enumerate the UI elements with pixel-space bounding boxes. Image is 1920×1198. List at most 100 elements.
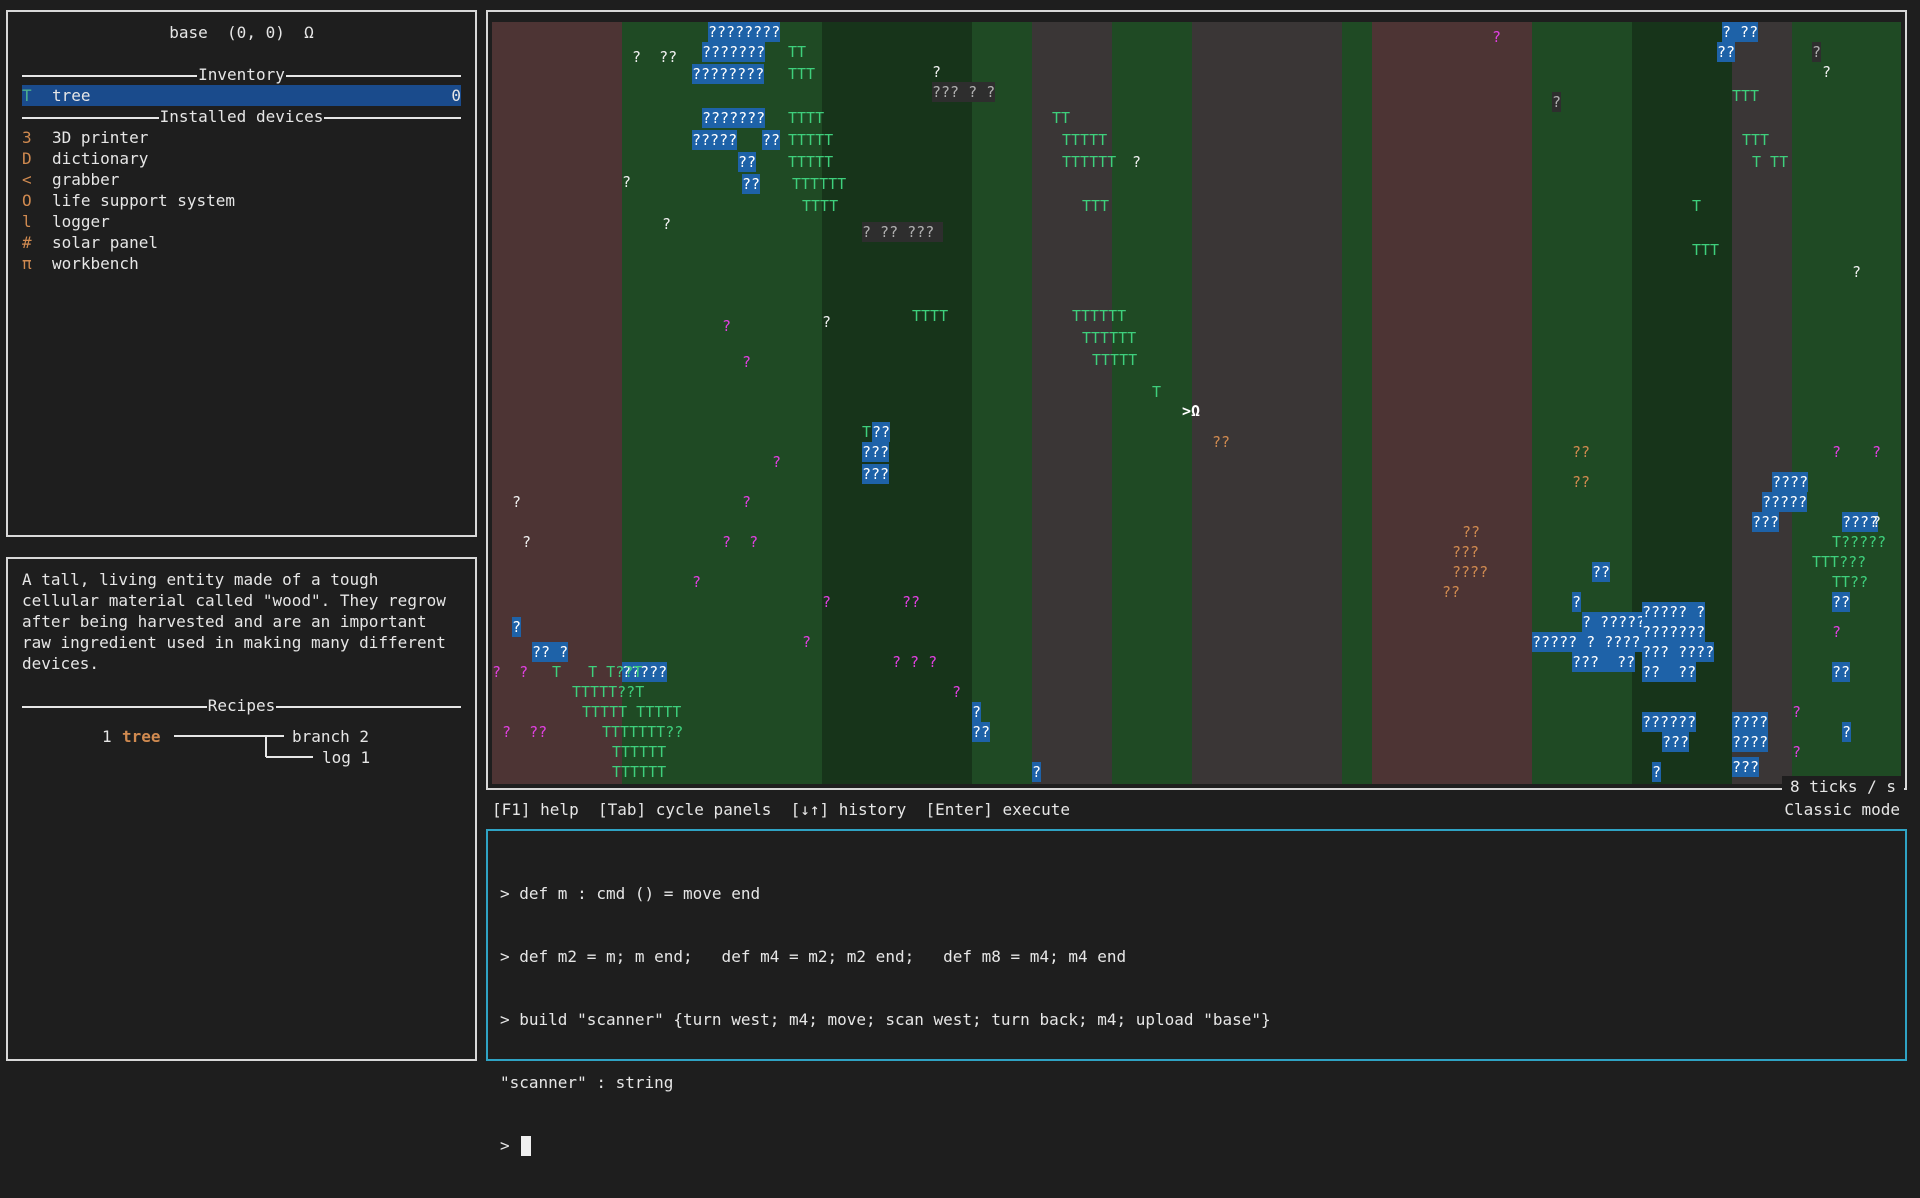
device-workbench[interactable]: π workbench [22,253,461,274]
tree-entity-icon: TT [788,43,807,61]
device-logger[interactable]: l logger [22,211,461,232]
base-robot-marker[interactable]: >Ω [1182,401,1200,421]
unknown-entity-icon: ? [772,453,782,471]
unknown-entity-icon: ?? [972,722,991,742]
recipe-output-log: log 1 [322,748,371,767]
unknown-entity-icon: ???????? [692,64,765,84]
device-dictionary[interactable]: Ddictionary [22,148,461,169]
unknown-entity-icon: ? [822,313,832,331]
unknown-entity-icon: ? [1792,743,1802,761]
unknown-entity-icon: ???????? [708,22,781,42]
unknown-entity-icon: ?? [1442,583,1461,601]
tree-entity-icon: TTTTTT [612,763,667,781]
text-cursor [521,1135,532,1156]
unknown-entity-icon: ??????? [1642,622,1706,642]
unknown-entity-icon: ??? ? ? [932,82,996,102]
unknown-entity-icon: ??? ?? [1572,652,1636,672]
unknown-entity-icon: ? [1842,722,1852,742]
tree-entity-icon: TTTTT TTTTT [582,703,682,721]
repl-line: > build "scanner" {turn west; m4; move; … [500,1010,1271,1029]
unknown-entity-icon: ? [662,215,672,233]
unknown-entity-icon: ????? ? ????? [1532,632,1650,652]
unknown-entity-icon: ? [1852,263,1862,281]
unknown-entity-icon: ??? ???? [1642,642,1715,662]
unknown-entity-icon: ? [692,573,702,591]
world-view-panel[interactable]: ?????????? ????????? TT?????????? TTT TTT??… [486,10,1907,790]
unknown-entity-icon: ? ? ? [892,653,938,671]
tree-entity-icon: TTTTT [1092,351,1138,369]
tree-entity-icon: TT?? [1832,573,1869,591]
terrain-band [1192,22,1342,784]
unknown-entity-icon: ????? ? [1642,602,1706,622]
entity-description: A tall, living entity made of a tough ce… [22,570,446,673]
unknown-entity-icon: ? [1792,703,1802,721]
tree-entity-icon: TTTT [912,307,949,325]
recipe-output-branch: branch 2 [292,727,370,746]
unknown-entity-icon: ?? [872,422,891,442]
unknown-entity-icon: ?? [1572,443,1591,461]
grabber-glyph-icon: < [22,170,32,189]
unknown-entity-icon: ??????? [702,108,766,128]
unknown-entity-icon: ?? [742,174,761,194]
tree-entity-icon: TTTTTTT?? [602,723,684,741]
inventory-item-tree[interactable]: T tree 0 [22,85,461,106]
tree-entity-icon: TTTTT [1062,131,1108,149]
unknown-entity-icon: ??????? [702,42,766,62]
tree-entity-icon: TTTTT [788,153,834,171]
info-panel[interactable]: A tall, living entity made of a tough ce… [6,557,477,1061]
repl-input[interactable]: > [500,1135,1893,1156]
unknown-entity-icon: ? [1832,623,1842,641]
unknown-entity-icon: ?? [762,130,781,150]
unknown-entity-icon: ? [1822,63,1832,81]
unknown-entity-icon: ?? [902,593,921,611]
unknown-entity-icon: ? [622,173,632,191]
device-solar-panel[interactable]: # solar panel [22,232,461,253]
unknown-entity-icon: ???? [1452,563,1489,581]
unknown-entity-icon: ? [952,683,962,701]
unknown-entity-icon: ??? [1732,757,1760,777]
tree-entity-icon: TTTTTT [1062,153,1117,171]
world-map[interactable]: ?????????? ????????? TT?????????? TTT TTT??… [492,22,1901,784]
unknown-entity-icon: ? [522,533,532,551]
workbench-glyph-icon: π [22,254,32,273]
unknown-entity-icon: ????? [1762,492,1808,512]
unknown-entity-icon: ?? [1212,433,1231,451]
tree-entity-icon: T????? [1832,533,1887,551]
tree-entity-icon: TTTTTT [1072,307,1127,325]
tree-entity-icon: TTTT [788,109,825,127]
repl-panel[interactable]: > def m : cmd () = move end > def m2 = m… [486,829,1907,1156]
unknown-entity-icon: ? ????? [1582,612,1646,632]
unknown-entity-icon: ? [932,63,942,81]
tree-entity-icon: TTT [1732,87,1760,105]
unknown-entity-icon: ?? [738,152,757,172]
unknown-entity-icon: ??? [1452,543,1480,561]
tree-entity-icon: TTT [1742,131,1770,149]
repl-line: > def m : cmd () = move end [500,884,761,903]
installed-devices-header: Installed devices [22,106,461,127]
unknown-entity-icon: ? ? [722,533,759,551]
robot-panel[interactable]: base (0, 0) Ω Inventory T tree 0 Install… [6,10,477,537]
unknown-entity-icon: ? [1652,762,1662,782]
tree-entity-icon: TTTT [802,197,839,215]
unknown-entity-icon: ? [722,317,732,335]
game-mode: Classic mode [1784,800,1900,819]
unknown-entity-icon: ? ?? ??? [862,222,944,242]
unknown-entity-icon: ?? [1462,523,1481,541]
terrain-band [1342,22,1372,784]
tree-entity-icon: TTTTTT [792,175,847,193]
unknown-entity-icon: ??? [1752,512,1780,532]
unknown-entity-icon: ? [1032,762,1042,782]
unknown-entity-icon: ? [1872,443,1882,461]
unknown-entity-icon: ? [822,593,832,611]
unknown-entity-icon: ? [1132,153,1142,171]
device-grabber[interactable]: < grabber [22,169,461,190]
unknown-entity-icon: ? [972,702,982,722]
unknown-entity-icon: ? ?? [632,48,678,66]
device-life-support[interactable]: Olife support system [22,190,461,211]
tree-entity-icon: T T T??T [552,663,643,681]
device-list: 3 3D printer Ddictionary < grabber Olife s… [8,127,475,274]
recipe-diagram: 1 tree branch 2 log 1 [22,716,461,796]
device-3d-printer[interactable]: 3 3D printer [22,127,461,148]
keybinding-help: [F1] help [Tab] cycle panels [↓↑] histor… [492,800,1070,819]
unknown-entity-icon: ? [1812,42,1822,62]
